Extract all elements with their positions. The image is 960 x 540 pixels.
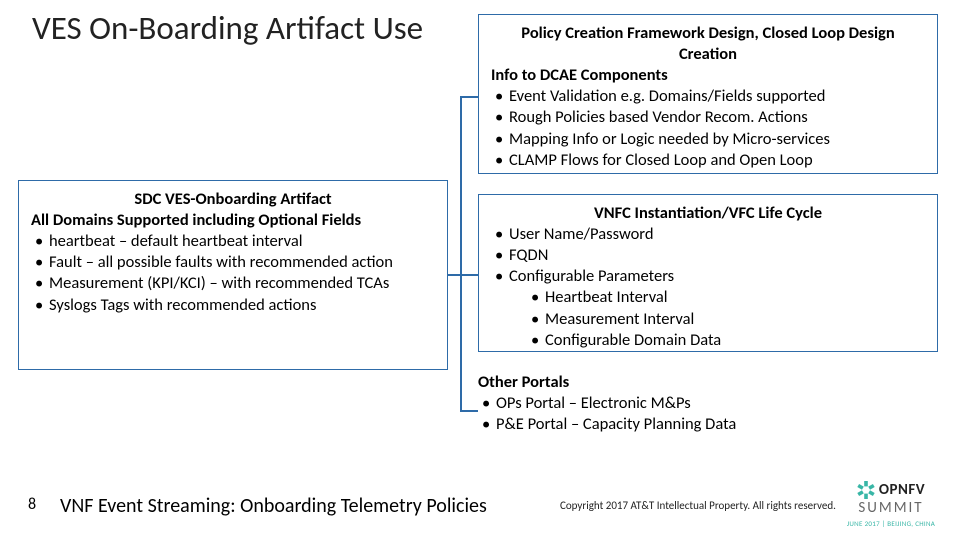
left-box-heading: SDC VES-Onboarding Artifact (31, 189, 435, 210)
list-item: P&E Portal – Capacity Planning Data (478, 414, 938, 435)
list-item: Mapping Info or Logic needed by Micro-se… (491, 129, 925, 150)
bottom-right-heading: Other Portals (478, 372, 938, 393)
left-box-list: heartbeat – default heartbeat interval F… (31, 231, 435, 315)
connector-line (460, 274, 478, 276)
slide-subtitle: VNF Event Streaming: Onboarding Telemetr… (60, 494, 487, 518)
top-right-heading: Policy Creation Framework Design, Closed… (491, 23, 925, 65)
list-item-label: Configurable Parameters (509, 266, 674, 286)
mid-right-list: User Name/Password FQDN Configurable Par… (491, 224, 925, 351)
list-item: Syslogs Tags with recommended actions (31, 295, 435, 316)
list-item: Configurable Domain Data (527, 330, 925, 351)
list-item: Configurable Parameters Heartbeat Interv… (491, 266, 925, 350)
top-right-sub: Info to DCAE Components (491, 65, 925, 86)
left-artifact-box: SDC VES-Onboarding Artifact All Domains … (18, 180, 448, 370)
copyright-text: Copyright 2017 AT&T Intellectual Propert… (560, 499, 836, 512)
logo-event: SUMMIT (836, 499, 946, 517)
page-number: 8 (28, 495, 36, 514)
bottom-right-box: Other Portals OPs Portal – Electronic M&… (478, 372, 938, 435)
page-title: VES On-Boarding Artifact Use (32, 8, 423, 48)
top-right-list: Event Validation e.g. Domains/Fields sup… (491, 86, 925, 170)
connector-line (460, 96, 478, 98)
opnfv-mark-icon (857, 481, 875, 499)
mid-right-box: VNFC Instantiation/VFC Life Cycle User N… (478, 194, 938, 352)
bottom-right-list: OPs Portal – Electronic M&Ps P&E Portal … (478, 393, 938, 435)
left-box-sub: All Domains Supported including Optional… (31, 210, 435, 231)
slide: VES On-Boarding Artifact Use SDC VES-Onb… (0, 0, 960, 540)
logo-row: OPNFV (836, 481, 946, 499)
opnfv-logo: OPNFV SUMMIT JUNE 2017 | BEIJING, CHINA (836, 481, 946, 528)
list-item: Rough Policies based Vendor Recom. Actio… (491, 107, 925, 128)
list-item: heartbeat – default heartbeat interval (31, 231, 435, 252)
list-item: FQDN (491, 245, 925, 266)
list-item: Heartbeat Interval (527, 287, 925, 308)
list-item: Measurement Interval (527, 309, 925, 330)
list-item: OPs Portal – Electronic M&Ps (478, 393, 938, 414)
list-item: CLAMP Flows for Closed Loop and Open Loo… (491, 150, 925, 171)
list-item: Measurement (KPI/KCI) – with recommended… (31, 273, 435, 294)
mid-right-sublist: Heartbeat Interval Measurement Interval … (509, 287, 925, 350)
connector-line (460, 96, 462, 412)
top-right-box: Policy Creation Framework Design, Closed… (478, 14, 938, 174)
list-item: Event Validation e.g. Domains/Fields sup… (491, 86, 925, 107)
logo-tagline: JUNE 2017 | BEIJING, CHINA (836, 519, 946, 528)
list-item: User Name/Password (491, 224, 925, 245)
connector-line (460, 410, 478, 412)
mid-right-heading: VNFC Instantiation/VFC Life Cycle (491, 203, 925, 224)
logo-brand: OPNFV (879, 481, 925, 499)
list-item: Fault – all possible faults with recomme… (31, 252, 435, 273)
